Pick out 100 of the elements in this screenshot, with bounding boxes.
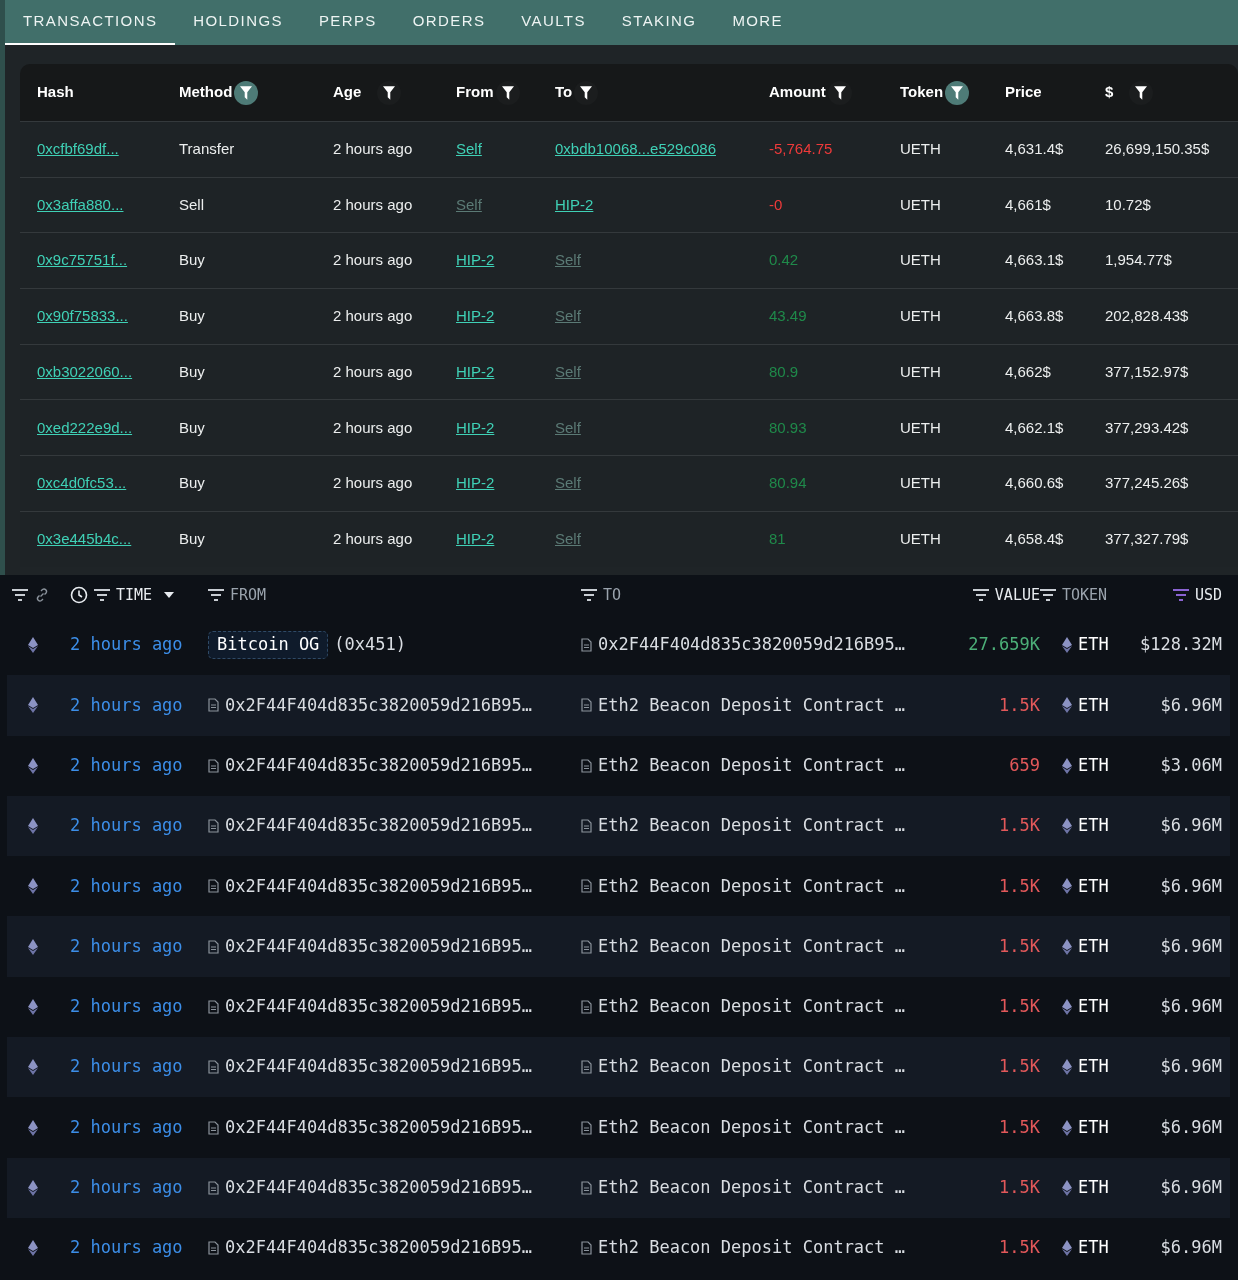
address-link[interactable]: Eth2 Beacon Deposit Contract … xyxy=(598,813,906,839)
time-link[interactable]: 2 hours ago xyxy=(70,634,183,655)
address-link[interactable]: Eth2 Beacon Deposit Contract … xyxy=(598,1114,906,1141)
tab[interactable]: HOLDINGS xyxy=(175,0,301,45)
filter-icon[interactable] xyxy=(12,589,28,601)
hash-link[interactable]: 0x9c75751f... xyxy=(37,251,128,269)
address-link[interactable]: 0x2F44F404d835c3820059d216B95… xyxy=(225,994,533,1020)
tab[interactable]: TRANSACTIONS xyxy=(5,0,176,45)
address-link[interactable]: 0x2F44F404d835c3820059d216B95… xyxy=(225,1175,533,1201)
tab[interactable]: ORDERS xyxy=(394,0,504,45)
entity-tag[interactable]: Bitcoin OG xyxy=(208,631,329,659)
time-link[interactable]: 2 hours ago xyxy=(70,996,183,1017)
filter-icon[interactable] xyxy=(1129,80,1154,105)
value-cell: 659 xyxy=(1009,755,1040,775)
usd-cell: $6.96M xyxy=(1160,694,1222,715)
filter-icon[interactable] xyxy=(495,80,520,105)
address-link[interactable]: HIP-2 xyxy=(456,362,495,380)
filter-icon[interactable] xyxy=(234,80,259,105)
table-cell: 4,658.4$ xyxy=(1005,529,1064,547)
address-link[interactable]: HIP-2 xyxy=(456,251,495,269)
table-cell: 4,660.6$ xyxy=(1005,474,1064,492)
address-link[interactable]: Eth2 Beacon Deposit Contract … xyxy=(598,753,906,779)
address-link[interactable]: HIP-2 xyxy=(456,418,495,436)
time-link[interactable]: 2 hours ago xyxy=(70,694,183,715)
usd-cell: $6.96M xyxy=(1160,1237,1222,1258)
address-link[interactable]: HIP-2 xyxy=(456,307,495,325)
ethereum-icon xyxy=(28,637,38,654)
filter-icon[interactable] xyxy=(574,80,599,105)
document-icon xyxy=(208,1241,219,1256)
document-icon xyxy=(581,758,592,773)
hash-link[interactable]: 0x3affa880... xyxy=(37,195,124,213)
address-link[interactable]: 0x2F44F404d835c3820059d216B95… xyxy=(225,933,533,960)
filter-icon[interactable] xyxy=(581,589,597,601)
tab[interactable]: PERPS xyxy=(300,0,395,45)
filter-icon[interactable] xyxy=(972,589,989,601)
document-icon xyxy=(581,879,592,894)
tab[interactable]: VAULTS xyxy=(503,0,604,45)
filter-icon[interactable] xyxy=(208,589,224,601)
table-cell: 26,699,150.35$ xyxy=(1105,140,1210,158)
table-cell: Buy xyxy=(179,362,205,380)
filter-icon[interactable] xyxy=(94,589,110,601)
address-link[interactable]: HIP-2 xyxy=(456,474,495,492)
address-link[interactable]: Eth2 Beacon Deposit Contract … xyxy=(598,994,906,1020)
address-link[interactable]: Eth2 Beacon Deposit Contract … xyxy=(598,933,906,960)
ethereum-icon xyxy=(1062,697,1072,714)
address-link[interactable]: Self xyxy=(456,140,482,158)
address-link[interactable]: 0x2F44F404d835c3820059d216B95… xyxy=(225,873,533,900)
hash-link[interactable]: 0xed222e9d... xyxy=(37,418,133,436)
filter-icon[interactable] xyxy=(945,80,970,105)
time-link[interactable]: 2 hours ago xyxy=(70,755,183,775)
address-link[interactable]: 0x2F44F404d835c3820059d216B95… xyxy=(598,632,906,658)
usd-cell: $3.06M xyxy=(1160,755,1222,775)
hash-link[interactable]: 0xb3022060... xyxy=(37,362,133,380)
address-link[interactable]: 0x2F44F404d835c3820059d216B95… xyxy=(225,1235,533,1261)
usd-cell: $128.32M xyxy=(1140,634,1222,655)
address-link[interactable]: Eth2 Beacon Deposit Contract … xyxy=(598,1054,906,1080)
table-cell: Buy xyxy=(179,529,205,547)
hash-link[interactable]: 0x90f75833... xyxy=(37,307,128,325)
value-cell: 1.5K xyxy=(999,1177,1040,1198)
ethereum-icon xyxy=(28,938,38,955)
hash-link[interactable]: 0x3e445b4c... xyxy=(37,529,132,547)
hash-link[interactable]: 0xc4d0fc53... xyxy=(37,474,127,492)
time-link[interactable]: 2 hours ago xyxy=(70,1116,183,1137)
address-link[interactable]: Eth2 Beacon Deposit Contract … xyxy=(598,873,906,900)
token-cell-text: ETH xyxy=(1078,1055,1109,1079)
time-link[interactable]: 2 hours ago xyxy=(70,815,183,836)
address-link[interactable]: 0xbdb10068...e529c086 xyxy=(555,140,716,158)
address-link[interactable]: Eth2 Beacon Deposit Contract … xyxy=(598,1235,906,1261)
document-icon xyxy=(208,819,219,834)
tab[interactable]: MORE xyxy=(714,0,801,45)
table-cell: 2 hours ago xyxy=(333,195,413,213)
table-cell: UETH xyxy=(900,474,941,492)
table-cell: Buy xyxy=(179,474,205,492)
time-link[interactable]: 2 hours ago xyxy=(70,875,183,896)
table-cell: UETH xyxy=(900,251,941,269)
filter-icon[interactable] xyxy=(377,80,402,105)
filter-icon[interactable] xyxy=(1040,589,1056,601)
hash-link[interactable]: 0xcfbf69df... xyxy=(37,140,119,158)
time-link[interactable]: 2 hours ago xyxy=(70,935,183,956)
table-cell: 377,245.26$ xyxy=(1105,474,1189,492)
time-link[interactable]: 2 hours ago xyxy=(70,1177,183,1198)
usd-cell: $6.96M xyxy=(1160,1177,1222,1198)
address-link[interactable]: 0x2F44F404d835c3820059d216B95… xyxy=(225,753,533,779)
ethereum-icon xyxy=(1062,938,1072,955)
address-link[interactable]: 0x2F44F404d835c3820059d216B95… xyxy=(225,1054,533,1080)
token-cell-text: ETH xyxy=(1078,874,1109,898)
time-link[interactable]: 2 hours ago xyxy=(70,1237,183,1258)
address-link[interactable]: 0x2F44F404d835c3820059d216B95… xyxy=(225,813,533,839)
address-link[interactable]: Eth2 Beacon Deposit Contract … xyxy=(598,1175,906,1201)
tab[interactable]: STAKING xyxy=(603,0,715,45)
ethereum-icon xyxy=(1062,1059,1072,1076)
filter-icon[interactable] xyxy=(827,80,852,105)
address-link[interactable]: HIP-2 xyxy=(456,529,495,547)
address-link[interactable]: 0x2F44F404d835c3820059d216B95… xyxy=(225,1114,533,1141)
document-icon xyxy=(208,698,219,713)
address-link[interactable]: HIP-2 xyxy=(555,195,594,213)
address-link[interactable]: Eth2 Beacon Deposit Contract … xyxy=(598,692,906,719)
time-link[interactable]: 2 hours ago xyxy=(70,1056,183,1077)
address-link[interactable]: 0x2F44F404d835c3820059d216B95… xyxy=(225,692,533,719)
table-cell: 4,661$ xyxy=(1005,195,1051,213)
